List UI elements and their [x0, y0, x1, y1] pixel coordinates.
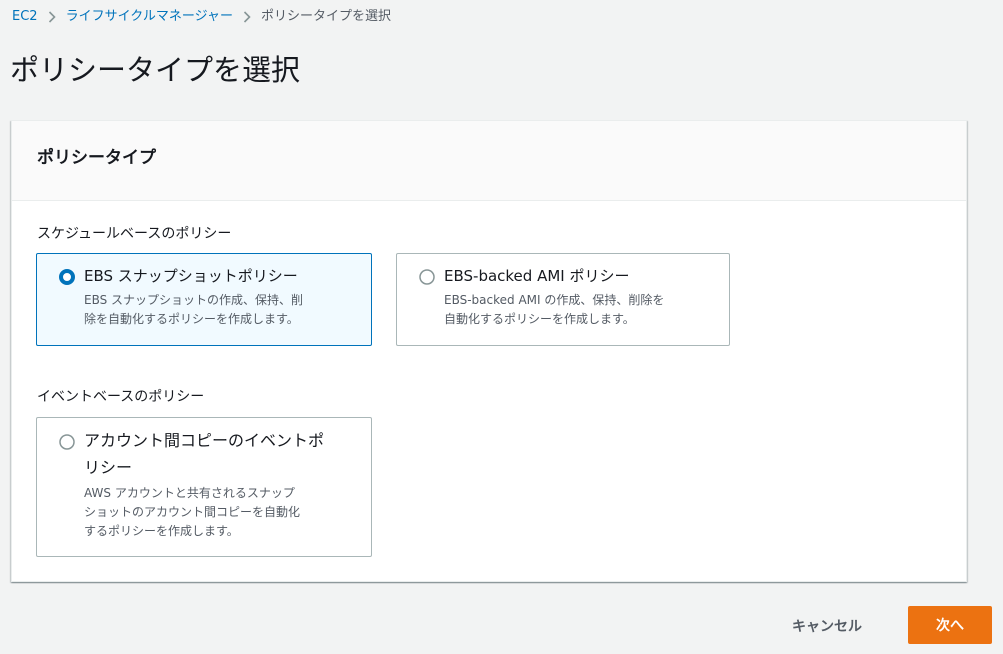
option-title: EBS スナップショットポリシー [84, 267, 298, 285]
option-title-line: アカウント間コピーのイベントポ [84, 431, 325, 450]
option-description-line: ショットのアカウント間コピーを自動化 [84, 505, 301, 519]
radio-selected-icon[interactable] [59, 269, 75, 285]
cancel-button[interactable]: キャンセル [770, 608, 884, 644]
schedule-based-label: スケジュールベースのポリシー [37, 226, 232, 242]
panel-header: ポリシータイプ [12, 121, 966, 201]
breadcrumb-link-ec2[interactable]: EC2 [12, 7, 38, 27]
option-ebs-snapshot-policy[interactable]: EBS スナップショットポリシー EBS スナップショットの作成、保持、削 除を… [36, 253, 372, 346]
option-ebs-backed-ami-policy[interactable]: EBS-backed AMI ポリシー EBS-backed AMI の作成、保… [396, 253, 730, 346]
option-title: EBS-backed AMI ポリシー [444, 267, 630, 285]
option-title-line: リシー [84, 458, 133, 477]
option-description-line: EBS-backed AMI の作成、保持、削除を [444, 293, 665, 307]
option-description-line: AWS アカウントと共有されるスナップ [84, 486, 295, 500]
breadcrumb: EC2 ライフサイクルマネージャー ポリシータイプを選択 [12, 7, 391, 27]
panel-title: ポリシータイプ [37, 148, 156, 168]
breadcrumb-link-lifecycle-manager[interactable]: ライフサイクルマネージャー [66, 7, 233, 27]
breadcrumb-current: ポリシータイプを選択 [261, 9, 392, 24]
chevron-right-icon [48, 11, 56, 23]
policy-type-panel: ポリシータイプ スケジュールベースのポリシー EBS スナップショットポリシー … [11, 120, 967, 582]
option-description-line: するポリシーを作成します。 [84, 524, 239, 538]
option-cross-account-copy-event-policy[interactable]: アカウント間コピーのイベントポ リシー AWS アカウントと共有されるスナップ … [36, 417, 372, 557]
chevron-right-icon [243, 11, 251, 23]
event-based-label: イベントベースのポリシー [37, 389, 205, 405]
radio-unselected-icon[interactable] [419, 269, 435, 285]
next-button[interactable]: 次へ [908, 606, 992, 644]
option-description-line: 除を自動化するポリシーを作成します。 [84, 312, 299, 326]
radio-unselected-icon[interactable] [59, 434, 75, 450]
option-description-line: EBS スナップショットの作成、保持、削 [84, 293, 304, 307]
page-title: ポリシータイプを選択 [10, 53, 301, 87]
option-description-line: 自動化するポリシーを作成します。 [444, 312, 635, 326]
